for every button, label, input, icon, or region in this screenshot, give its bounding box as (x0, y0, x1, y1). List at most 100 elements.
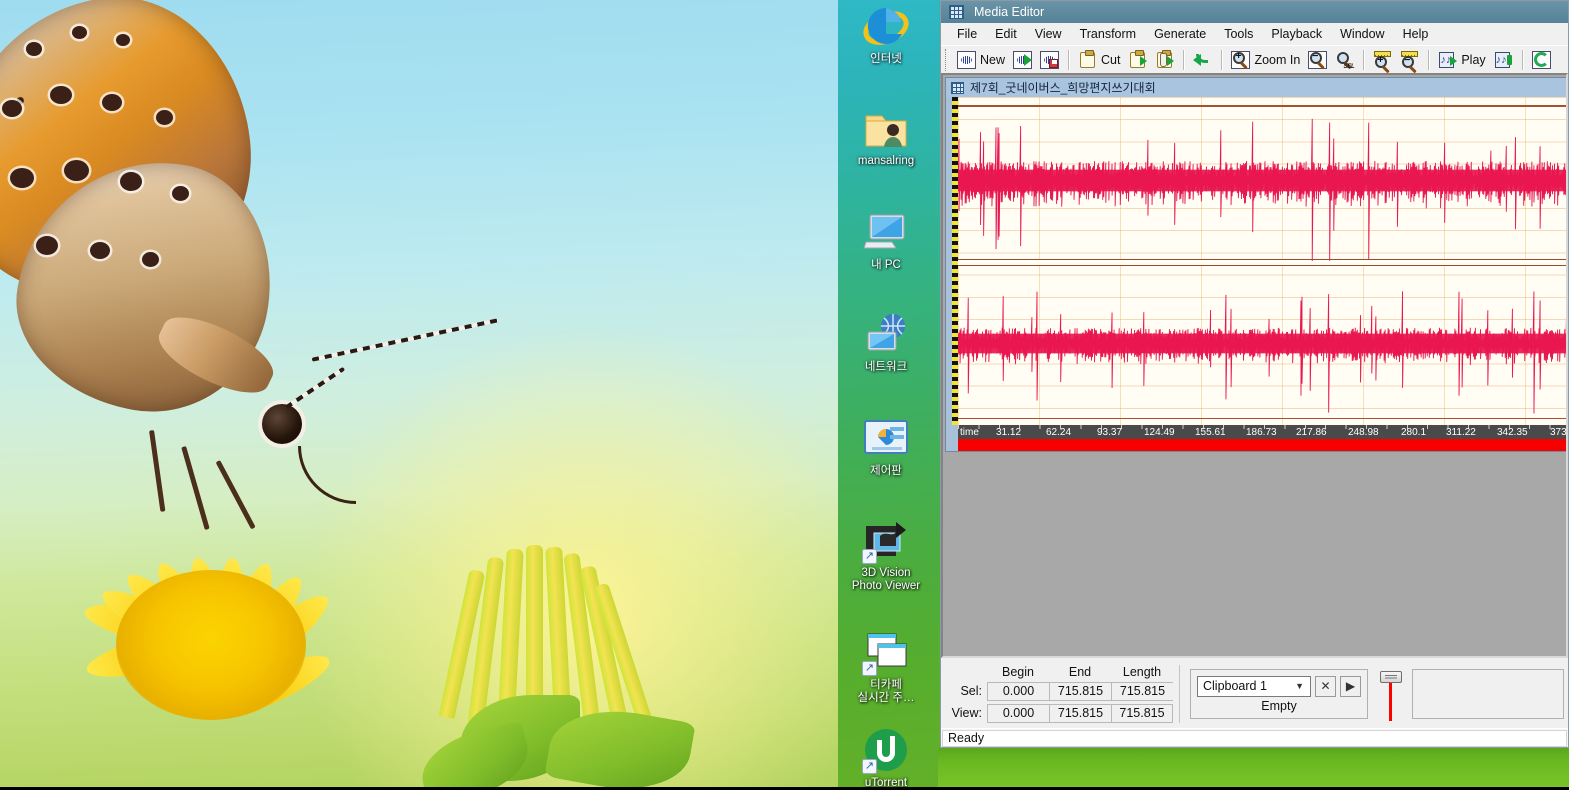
time-ruler[interactable]: time 31.12 62.24 93.37 124.49 155.61 186… (958, 425, 1568, 439)
menu-window[interactable]: Window (1332, 25, 1392, 43)
toolbar[interactable]: New Cut + Zoom In − SEL + − ♪♪ Play ♪♪ (941, 45, 1568, 73)
desktop-icon-3d-vision-photo-viewer[interactable]: ↗ 3D Vision Photo Viewer (832, 516, 940, 593)
time-tick-label: 280.1 (1401, 427, 1427, 438)
computer-icon (862, 208, 910, 256)
sel-length-field[interactable]: 715.815 (1111, 681, 1173, 701)
time-axis-label: time (960, 427, 979, 438)
utorrent-icon: ↗ (862, 726, 910, 774)
waveform-canvas[interactable] (958, 97, 1566, 425)
selection-row-label-sel: Sel: (960, 684, 982, 698)
clipboard-play-button[interactable]: ▶ (1340, 675, 1361, 697)
menu-playback[interactable]: Playback (1263, 25, 1330, 43)
media-editor-window[interactable]: Media Editor File Edit View Transform Ge… (940, 0, 1569, 748)
window-titlebar[interactable]: Media Editor (941, 1, 1568, 23)
play-note-icon: ♪♪ (1438, 51, 1458, 69)
new-button[interactable]: New (953, 48, 1009, 72)
photo-viewer-icon: ↗ (862, 516, 910, 564)
menu-help[interactable]: Help (1395, 25, 1437, 43)
meter-panel[interactable] (1412, 668, 1564, 719)
desktop-icon-my-pc[interactable]: 내 PC (838, 208, 934, 272)
document-titlebar[interactable]: 제7회_굿네이버스_희망편지쓰기대회 (946, 78, 1566, 97)
view-length-field[interactable]: 715.815 (1111, 703, 1173, 723)
document-icon (951, 81, 964, 94)
loop-icon (1531, 50, 1551, 69)
time-tick-label: 248.98 (1348, 427, 1379, 438)
menu-file[interactable]: File (949, 25, 985, 43)
document-title: 제7회_굿네이버스_희망편지쓰기대회 (970, 81, 1156, 95)
desktop-icon-utorrent[interactable]: ↗ uTorrent (838, 726, 934, 790)
time-tick-label: 93.37 (1097, 427, 1123, 438)
new-button-label: New (980, 52, 1006, 67)
volume-slider[interactable] (1378, 667, 1404, 721)
desktop-icon-network[interactable]: 네트워크 (838, 310, 934, 374)
paste-button[interactable] (1151, 48, 1178, 72)
clipboard-controls[interactable]: Clipboard 1 ▼ ✕ ▶ (1197, 675, 1361, 697)
zoom-selection-button[interactable]: SEL (1331, 48, 1358, 72)
volume-slider-thumb[interactable] (1380, 670, 1402, 683)
transport-panel[interactable]: Begin End Length Sel: 0.000 715.815 715.… (941, 658, 1568, 728)
toolbar-separator (1363, 49, 1365, 70)
clipboard-delete-button[interactable]: ✕ (1315, 675, 1336, 697)
play-button-label: Play (1461, 52, 1486, 67)
open-button[interactable] (1009, 48, 1036, 72)
document-window[interactable]: 제7회_굿네이버스_희망편지쓰기대회 time 31.12 62.24 93.3… (945, 77, 1568, 452)
time-tick-label: 342.35 (1497, 427, 1528, 438)
save-button[interactable] (1036, 48, 1063, 72)
view-end-field[interactable]: 715.815 (1049, 703, 1111, 723)
view-begin-field[interactable]: 0.000 (987, 703, 1049, 723)
chevron-down-icon: ▼ (1295, 681, 1304, 691)
clipboard-panel[interactable]: Clipboard 1 ▼ ✕ ▶ Empty (1190, 668, 1368, 719)
menu-tools[interactable]: Tools (1216, 25, 1261, 43)
desktop-icon-control-panel[interactable]: 제어판 (838, 414, 934, 478)
toolbar-grip[interactable] (945, 48, 950, 71)
undo-arrow-icon (1193, 51, 1212, 69)
play-selection-button[interactable]: ♪♪ (1490, 48, 1517, 72)
menu-edit[interactable]: Edit (987, 25, 1025, 43)
zoom-out-button[interactable]: − (1304, 48, 1331, 72)
app-icon (949, 5, 964, 19)
desktop-icon-ticafe[interactable]: ↗ 티카페 실시간 주… (838, 628, 934, 705)
vzoom-in-button[interactable]: + (1369, 48, 1396, 72)
shortcut-arrow-icon: ↗ (862, 661, 877, 676)
waveform-view[interactable]: time 31.12 62.24 93.37 124.49 155.61 186… (952, 97, 1568, 451)
cut-button[interactable]: Cut (1074, 48, 1124, 72)
playback-position-bar[interactable] (958, 439, 1566, 451)
wallpaper-green-bottom (938, 748, 1569, 787)
menu-transform[interactable]: Transform (1072, 25, 1145, 43)
desktop-icon-label: 인터넷 (870, 53, 902, 65)
time-tick-label: 373. (1550, 427, 1568, 438)
menu-view[interactable]: View (1027, 25, 1070, 43)
wallpaper-flower-right (414, 545, 740, 787)
menubar[interactable]: File Edit View Transform Generate Tools … (941, 23, 1568, 45)
waveform-new-icon (957, 50, 976, 69)
waveform-panel[interactable]: time 31.12 62.24 93.37 124.49 155.61 186… (946, 97, 1568, 451)
toolbar-separator (1221, 49, 1223, 70)
time-tick-label: 311.22 (1446, 427, 1476, 438)
clipboard-select-value: Clipboard 1 (1203, 679, 1267, 693)
play-button[interactable]: ♪♪ Play (1434, 48, 1489, 72)
desktop-icon-internet-explorer[interactable]: 인터넷 (838, 2, 934, 66)
statusbar: Ready (941, 728, 1568, 747)
time-tick-label: 31.12 (996, 427, 1022, 438)
copy-button[interactable] (1124, 48, 1151, 72)
menu-generate[interactable]: Generate (1146, 25, 1214, 43)
desktop-icon-mansalring[interactable]: mansalring (838, 104, 934, 168)
clipboard-select[interactable]: Clipboard 1 ▼ (1197, 675, 1311, 697)
magnifier-sel-icon: SEL (1335, 51, 1355, 70)
undo-button[interactable] (1189, 48, 1216, 72)
ruler-magnifier-minus-icon: − (1400, 50, 1419, 69)
status-message: Ready (942, 729, 1567, 747)
loop-button[interactable] (1528, 48, 1555, 72)
selection-readout[interactable]: Begin End Length Sel: 0.000 715.815 715.… (945, 664, 1180, 723)
volume-slider-track[interactable] (1389, 678, 1392, 721)
ruler-magnifier-plus-icon: + (1373, 50, 1392, 69)
mdi-client-area[interactable]: 제7회_굿네이버스_희망편지쓰기대회 time 31.12 62.24 93.3… (941, 73, 1568, 658)
control-panel-icon (862, 414, 910, 462)
sel-begin-field[interactable]: 0.000 (987, 681, 1049, 701)
ie-icon (862, 2, 910, 50)
window-title: Media Editor (974, 5, 1045, 19)
vzoom-out-button[interactable]: − (1396, 48, 1423, 72)
zoom-in-button[interactable]: + Zoom In (1227, 48, 1304, 72)
clipboard-paste-icon (1155, 49, 1175, 69)
sel-end-field[interactable]: 715.815 (1049, 681, 1111, 701)
